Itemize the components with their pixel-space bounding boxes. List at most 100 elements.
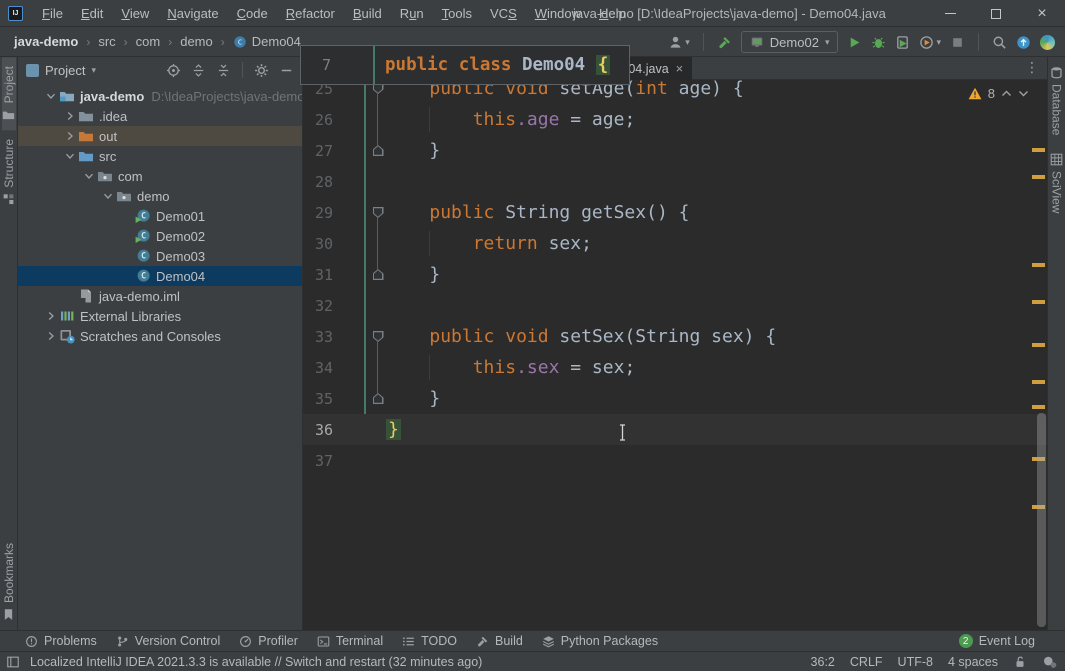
- maximize-button[interactable]: [973, 0, 1019, 27]
- tool-window-switcher-icon[interactable]: [4, 653, 22, 671]
- inspections-widget[interactable]: 8: [968, 86, 1029, 101]
- fold-marker-icon[interactable]: [372, 145, 384, 156]
- line-number[interactable]: 29: [303, 204, 333, 222]
- line-number[interactable]: 36: [303, 421, 333, 439]
- tool-stripe-bookmarks[interactable]: Bookmarks: [2, 534, 16, 630]
- warning-stripe-mark[interactable]: [1032, 300, 1045, 304]
- collapse-all-icon[interactable]: [214, 61, 233, 80]
- tool-stripe-structure[interactable]: Structure: [2, 130, 16, 215]
- event-log-button[interactable]: 2 Event Log: [958, 634, 1035, 648]
- menu-item-tools[interactable]: Tools: [433, 2, 481, 25]
- tool-window-button-todo[interactable]: TODO: [402, 634, 457, 648]
- project-view-icon[interactable]: [26, 63, 39, 77]
- expand-all-icon[interactable]: [189, 61, 208, 80]
- locate-file-icon[interactable]: [164, 61, 183, 80]
- menu-item-navigate[interactable]: Navigate: [158, 2, 227, 25]
- menu-item-edit[interactable]: Edit: [72, 2, 112, 25]
- line-number[interactable]: 27: [303, 142, 333, 160]
- next-warning-icon[interactable]: [1018, 90, 1029, 97]
- editor[interactable]: Demo04.java × ⋮ 8 25 public void setAge(…: [300, 45, 1047, 630]
- line-number[interactable]: 31: [303, 266, 333, 284]
- status-encoding[interactable]: UTF-8: [898, 655, 933, 669]
- profile-run-icon[interactable]: ▾: [919, 35, 941, 50]
- tool-window-button-python-packages[interactable]: Python Packages: [542, 634, 658, 648]
- debug-icon[interactable]: [871, 35, 886, 50]
- tree-item-java-demo-iml[interactable]: java-demo.iml: [18, 286, 302, 306]
- status-indent-style[interactable]: 4 spaces: [948, 655, 998, 669]
- tree-item-scratches-and-consoles[interactable]: Scratches and Consoles: [18, 326, 302, 346]
- line-number[interactable]: 35: [303, 390, 333, 408]
- warning-stripe-mark[interactable]: [1032, 175, 1045, 179]
- tree-item-demo01[interactable]: C Demo01: [18, 206, 302, 226]
- breadcrumb-item-java-demo[interactable]: java-demo: [12, 34, 80, 49]
- menu-item-view[interactable]: View: [112, 2, 158, 25]
- tool-window-button-profiler[interactable]: Profiler: [239, 634, 298, 648]
- brace-context-popup[interactable]: 7 public class Demo04 {: [300, 45, 630, 85]
- warning-stripe-mark[interactable]: [1032, 263, 1045, 267]
- plugin-sphere-icon[interactable]: [1040, 34, 1055, 50]
- line-number[interactable]: 34: [303, 359, 333, 377]
- tab-options-icon[interactable]: ⋮: [1025, 59, 1039, 76]
- tree-item-demo[interactable]: demo: [18, 186, 302, 206]
- tab-close-icon[interactable]: ×: [676, 61, 684, 76]
- profile-icon[interactable]: ▾: [668, 35, 690, 50]
- highlight-level-icon[interactable]: [1042, 654, 1057, 669]
- tool-window-button-version-control[interactable]: Version Control: [116, 634, 220, 648]
- tree-item-java-demo[interactable]: java-demo D:\IdeaProjects\java-demo: [18, 86, 302, 106]
- line-number[interactable]: 30: [303, 235, 333, 253]
- status-message[interactable]: Localized IntelliJ IDEA 2021.3.3 is avai…: [30, 655, 482, 669]
- close-button[interactable]: ×: [1019, 0, 1065, 27]
- warning-stripe-mark[interactable]: [1032, 380, 1045, 384]
- ide-update-icon[interactable]: [1016, 35, 1031, 50]
- menu-item-code[interactable]: Code: [228, 2, 277, 25]
- warning-stripe-mark[interactable]: [1032, 343, 1045, 347]
- minimize-button[interactable]: [927, 0, 973, 27]
- menu-item-run[interactable]: Run: [391, 2, 433, 25]
- breadcrumb-item-com[interactable]: com: [134, 34, 163, 49]
- tree-item-demo02[interactable]: C Demo02: [18, 226, 302, 246]
- run-with-coverage-icon[interactable]: [895, 35, 910, 50]
- build-hammer-icon[interactable]: [717, 35, 732, 50]
- menu-item-vcs[interactable]: VCS: [481, 2, 526, 25]
- fold-marker-icon[interactable]: [372, 269, 384, 280]
- code-area[interactable]: 25 public void setAge(int age) {26 this.…: [303, 73, 1047, 476]
- line-number[interactable]: 32: [303, 297, 333, 315]
- fold-marker-icon[interactable]: [372, 331, 384, 342]
- breadcrumb-item-src[interactable]: src: [96, 34, 117, 49]
- tree-item--idea[interactable]: .idea: [18, 106, 302, 126]
- tree-item-out[interactable]: out: [18, 126, 302, 146]
- tree-item-src[interactable]: src: [18, 146, 302, 166]
- tool-window-button-problems[interactable]: Problems: [25, 634, 97, 648]
- gear-icon[interactable]: [252, 61, 271, 80]
- line-number[interactable]: 28: [303, 173, 333, 191]
- warning-stripe-mark[interactable]: [1032, 405, 1045, 409]
- fold-marker-icon[interactable]: [372, 393, 384, 404]
- menu-item-refactor[interactable]: Refactor: [277, 2, 344, 25]
- tool-stripe-project[interactable]: Project: [1, 57, 16, 131]
- run-icon[interactable]: [847, 35, 862, 50]
- line-number[interactable]: 33: [303, 328, 333, 346]
- lock-icon[interactable]: [1013, 655, 1027, 669]
- prev-warning-icon[interactable]: [1001, 90, 1012, 97]
- stop-icon[interactable]: [950, 35, 965, 50]
- line-number[interactable]: 26: [303, 111, 333, 129]
- fold-marker-icon[interactable]: [372, 207, 384, 218]
- chevron-down-icon[interactable]: ▾: [91, 65, 96, 76]
- tree-item-demo03[interactable]: C Demo03: [18, 246, 302, 266]
- run-config-select[interactable]: Demo02 ▾: [740, 31, 839, 53]
- tool-window-button-build[interactable]: Build: [476, 634, 523, 648]
- status-caret-position[interactable]: 36:2: [811, 655, 835, 669]
- search-everywhere-icon[interactable]: [992, 35, 1007, 50]
- warning-stripe-mark[interactable]: [1032, 148, 1045, 152]
- project-panel-title[interactable]: Project: [45, 63, 85, 78]
- line-number[interactable]: 37: [303, 452, 333, 470]
- tree-item-com[interactable]: com: [18, 166, 302, 186]
- status-line-separator[interactable]: CRLF: [850, 655, 883, 669]
- tool-stripe-database[interactable]: Database: [1050, 57, 1064, 144]
- editor-scrollbar[interactable]: [1037, 413, 1046, 627]
- tree-item-demo04[interactable]: C Demo04: [18, 266, 302, 286]
- tool-stripe-sciview[interactable]: SciView: [1050, 144, 1064, 222]
- tool-window-button-terminal[interactable]: Terminal: [317, 634, 383, 648]
- breadcrumb-item-demo[interactable]: demo: [178, 34, 215, 49]
- menu-item-build[interactable]: Build: [344, 2, 391, 25]
